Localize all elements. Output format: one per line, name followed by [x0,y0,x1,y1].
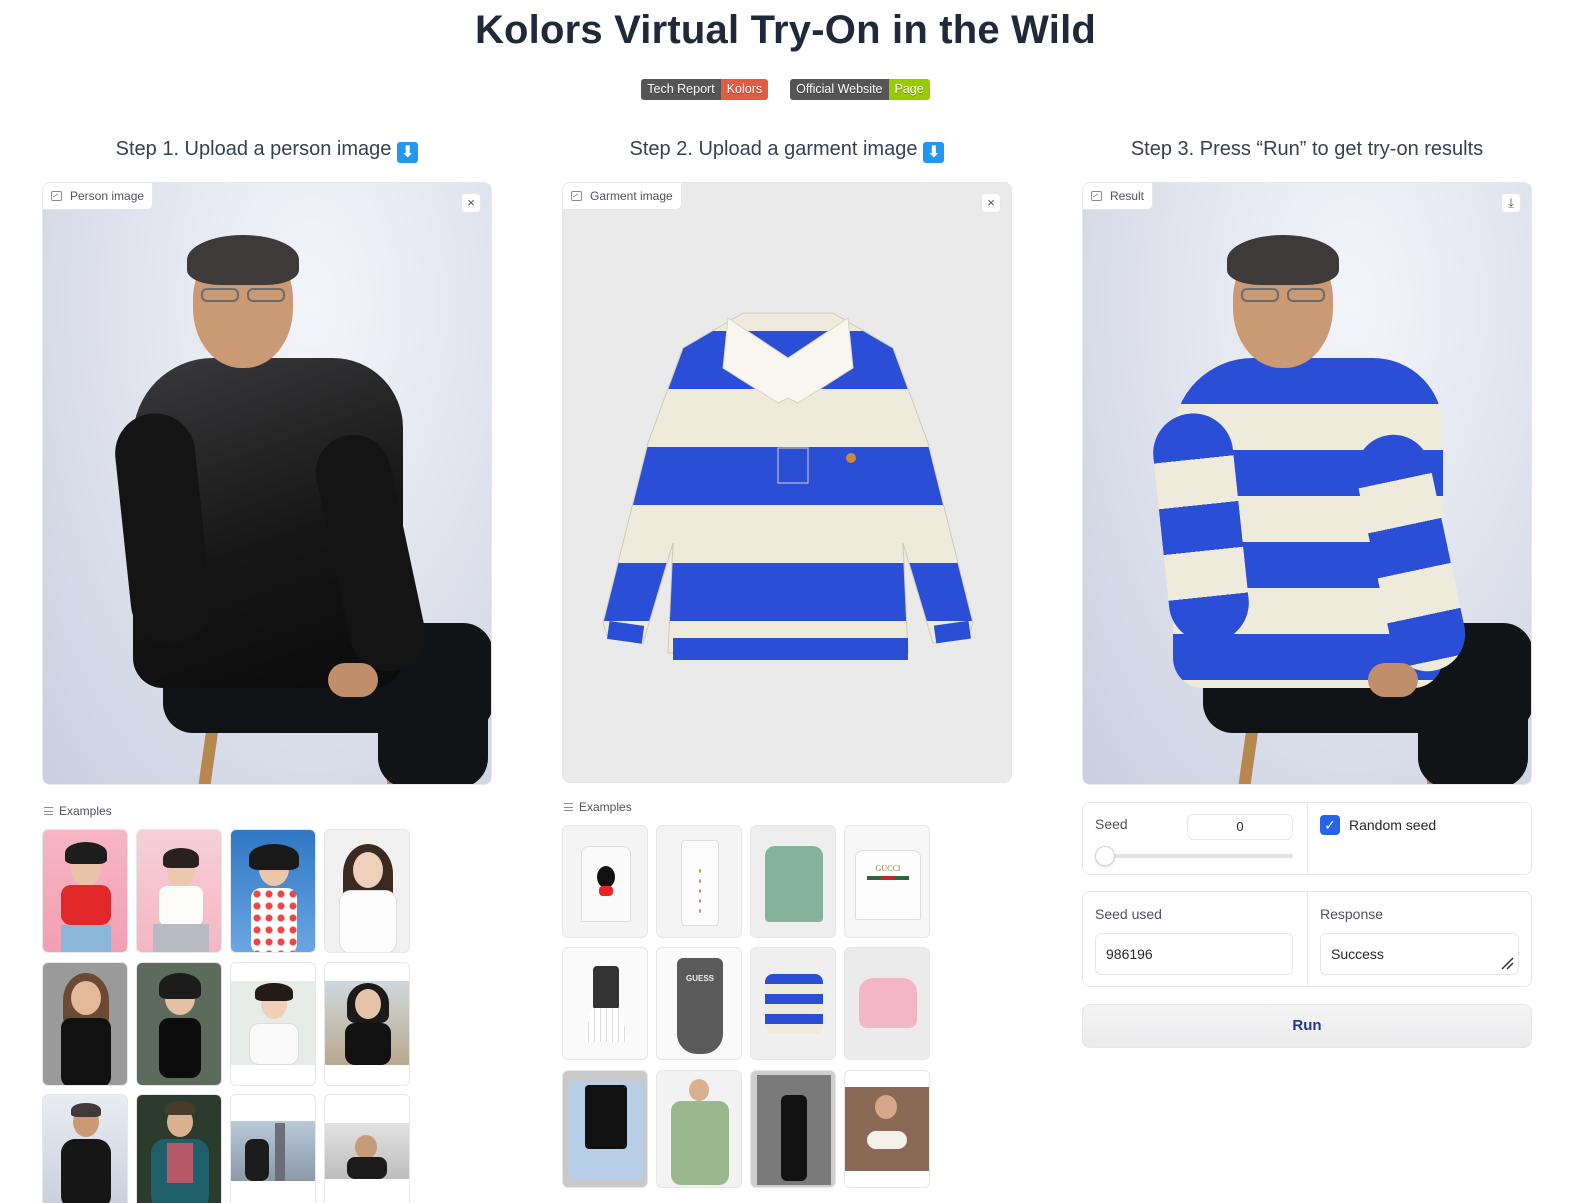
result-label: Result [1083,183,1154,210]
garment-image-panel[interactable]: Garment image × [562,182,1012,783]
outputs-box: Seed used 986196 Response Success [1082,891,1532,987]
garment-example-thumb[interactable] [562,825,648,938]
garment-image-label-text: Garment image [590,189,673,203]
list-icon [564,803,573,811]
examples-label-text: Examples [59,804,112,818]
step1-text: Step 1. Upload a person image [115,138,392,160]
guess-logo-text: GUESS [685,974,714,983]
garment-example-thumb[interactable] [844,947,930,1060]
step2-heading: Step 2. Upload a garment image ⬇ [562,138,1012,163]
garment-example-thumb[interactable]: GUCCI [844,825,930,938]
image-icon [51,191,62,201]
person-example-thumb[interactable] [42,1094,128,1203]
person-example-thumb[interactable] [230,1094,316,1203]
seed-used-label: Seed used [1095,906,1162,922]
list-icon [44,807,53,815]
person-example-thumb[interactable] [230,962,316,1086]
garment-example-thumb[interactable] [562,1070,648,1188]
garment-example-thumb[interactable] [750,947,836,1060]
badge-left: Official Website [790,79,889,100]
result-photo [1083,183,1531,784]
person-image-panel[interactable]: Person image × [42,182,492,785]
person-example-thumb[interactable] [230,829,316,953]
badge-right: Kolors [720,79,769,100]
tech-report-badge[interactable]: Tech Report Kolors [641,79,769,100]
garment-example-thumb[interactable] [656,825,742,938]
step1-heading: Step 1. Upload a person image ⬇ [42,138,492,163]
garment-image-label: Garment image [563,183,682,210]
person-examples-label: Examples [44,804,112,818]
garment-examples-label: Examples [564,800,632,814]
seed-label: Seed [1095,816,1128,832]
badge-right: Page [888,79,930,100]
response-value: Success [1331,946,1384,962]
garment-photo [602,312,974,660]
seed-controls-box: Seed 0 ✓ Random seed [1082,802,1532,875]
garment-example-thumb[interactable] [750,1070,836,1188]
result-label-text: Result [1110,189,1145,203]
person-example-thumb[interactable] [42,962,128,1086]
image-icon [571,191,582,201]
down-arrow-icon: ⬇ [923,142,945,163]
person-image-label: Person image [43,183,154,210]
run-button[interactable]: Run [1082,1004,1532,1048]
person-image-label-text: Person image [70,189,145,203]
random-seed-label: Random seed [1349,817,1437,833]
garment-example-thumb[interactable]: GUESS [656,947,742,1060]
step2-text: Step 2. Upload a garment image [629,138,918,160]
garment-example-thumb[interactable] [844,1070,930,1188]
seed-number-input[interactable]: 0 [1187,814,1293,840]
garment-example-thumb[interactable] [562,947,648,1060]
person-example-thumb[interactable] [324,1094,410,1203]
person-example-thumb[interactable] [324,962,410,1086]
step3-heading: Step 3. Press “Run” to get try-on result… [1082,138,1532,161]
person-example-thumb[interactable] [136,962,222,1086]
down-arrow-icon: ⬇ [397,142,419,163]
seed-slider-track[interactable] [1095,854,1293,858]
official-website-badge[interactable]: Official Website Page [790,79,930,100]
seed-slider-thumb[interactable] [1095,846,1115,866]
person-example-thumb[interactable] [136,829,222,953]
download-icon[interactable]: ⤓ [1501,193,1521,213]
gucci-logo-text: GUCCI [875,864,901,873]
response-label: Response [1320,906,1384,922]
badge-left: Tech Report [641,79,721,100]
response-field[interactable]: Success [1320,933,1519,975]
person-example-thumb[interactable] [324,829,410,953]
badge-row: Tech Report Kolors Official Website Page [0,79,1571,100]
step3-text: Step 3. Press “Run” to get try-on result… [1130,138,1484,160]
close-icon[interactable]: × [461,193,481,213]
examples-label-text: Examples [579,800,632,814]
image-icon [1091,191,1102,201]
resize-grip-icon[interactable] [1500,956,1514,970]
close-icon[interactable]: × [981,193,1001,213]
garment-example-thumb[interactable] [656,1070,742,1188]
person-example-thumb[interactable] [136,1094,222,1203]
page-title: Kolors Virtual Try-On in the Wild [474,8,1097,52]
random-seed-checkbox[interactable]: ✓ [1320,815,1340,835]
garment-example-thumb[interactable] [750,825,836,938]
person-example-thumb[interactable] [42,829,128,953]
seed-used-field[interactable]: 986196 [1095,933,1293,975]
result-panel: Result ⤓ [1082,182,1532,785]
person-photo [43,183,491,784]
